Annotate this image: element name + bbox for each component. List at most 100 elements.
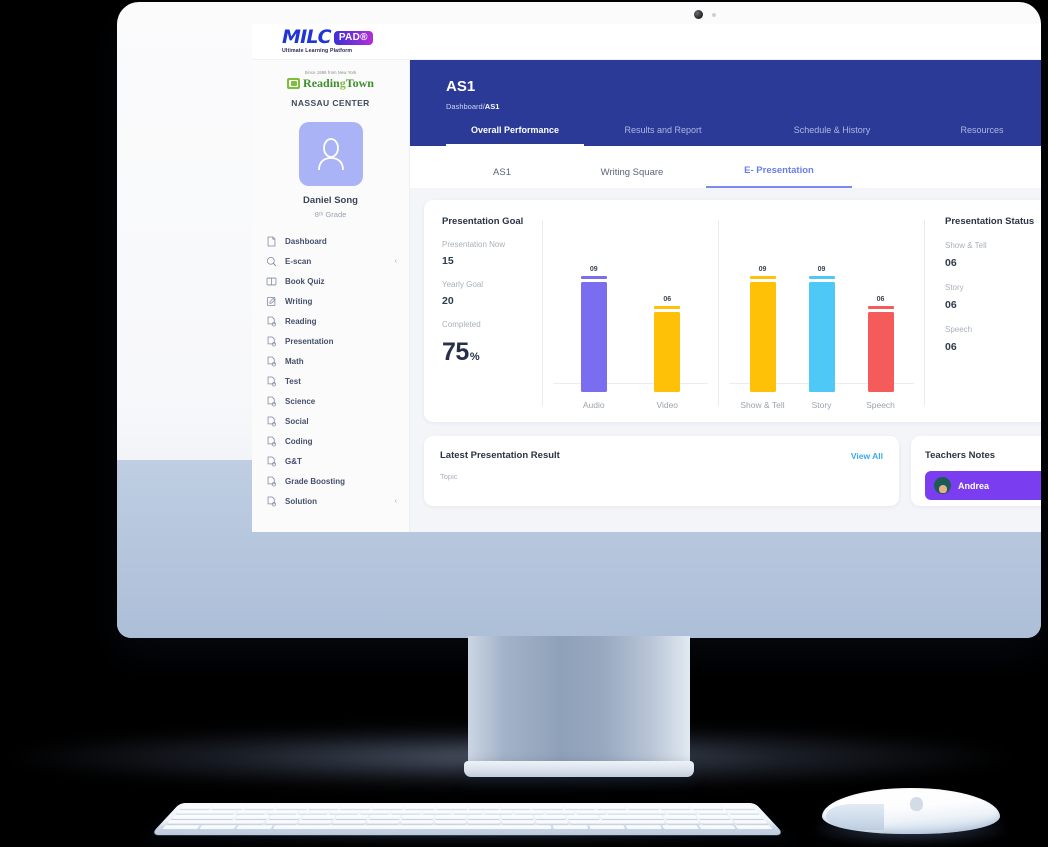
sidebar-item-social[interactable]: Social: [252, 411, 409, 431]
bar-category-label: Video: [656, 400, 679, 410]
sidebar-item-reading[interactable]: Reading: [252, 311, 409, 331]
sidebar-item-label: Coding: [285, 436, 313, 446]
monitor-stand-neck: [468, 636, 690, 766]
webcam-icon: [694, 10, 703, 19]
file-badge-icon: [267, 476, 277, 486]
sidebar-item-gt[interactable]: G&T: [252, 451, 409, 471]
sidebar-item-writing[interactable]: Writing: [252, 291, 409, 311]
avatar[interactable]: [298, 122, 363, 186]
book-icon: [266, 277, 277, 285]
bar: [867, 312, 894, 392]
table-column-header-topic: Topic: [440, 472, 458, 481]
teachers-notes-card: Teachers Notes Andrea: [911, 436, 1041, 506]
bar-value-label: 09: [589, 266, 598, 273]
sidebar-item-label: Presentation: [285, 336, 334, 346]
keyboard-row: [180, 805, 755, 810]
tab-overall-performance[interactable]: Overall Performance: [446, 125, 584, 146]
file-badge-icon: [267, 336, 277, 346]
bar: [749, 282, 776, 392]
bar-column-video[interactable]: 06 Video: [638, 296, 696, 410]
file-badge-icon: [267, 316, 277, 326]
center-name: NASSAU CENTER: [291, 98, 370, 108]
lower-row: Latest Presentation Result View All Topi…: [424, 436, 1041, 506]
breadcrumb-current: AS1: [484, 102, 500, 111]
presentation-now-label: Presentation Now: [442, 240, 506, 249]
sidebar-item-math[interactable]: Math: [252, 351, 409, 371]
file-badge-icon: [267, 496, 277, 506]
keyboard-row: [161, 825, 774, 830]
bar: [580, 282, 607, 392]
bar-column-audio[interactable]: 09 Audio: [565, 266, 623, 410]
bar-column-show-and-tell[interactable]: 09 Show & Tell: [734, 266, 792, 410]
bar-value-label: 06: [876, 296, 885, 303]
presentation-goal-card: Presentation Goal Presentation Now 15 Ye…: [424, 200, 1041, 422]
presentation-status-panel: Presentation Status Show & Tell 06 Story…: [925, 216, 1041, 410]
keyboard[interactable]: [150, 803, 785, 836]
view-all-link[interactable]: View All: [851, 451, 883, 461]
magnifier-icon: [266, 256, 277, 266]
sidebar-item-label: Dashboard: [285, 236, 327, 246]
sidebar-item-test[interactable]: Test: [252, 371, 409, 391]
document-icon: [267, 236, 276, 246]
sidebar-item-chevron: ‹: [394, 497, 397, 505]
sidebar-item-label: Book Quiz: [285, 276, 325, 286]
subtab-e-presentation[interactable]: E- Presentation: [706, 165, 852, 188]
bar-value-label: 09: [817, 266, 826, 273]
panel-title: Presentation Status: [945, 216, 1035, 227]
student-name: Daniel Song: [303, 195, 358, 206]
subtab-writing-square[interactable]: Writing Square: [558, 167, 706, 188]
readingtown-wordmark: ReadingTown: [303, 76, 374, 90]
keyboard-row: [171, 815, 764, 819]
file-badge-icon: [267, 436, 277, 446]
sidebar-item-presentation[interactable]: Presentation: [252, 331, 409, 351]
tab-schedule-history[interactable]: Schedule & History: [742, 125, 922, 146]
completed-label: Completed: [442, 320, 481, 329]
completed-unit: %: [469, 351, 480, 363]
mouse[interactable]: [822, 788, 1000, 834]
page-header: AS1 Dashboard/AS1 Overall Performance Re…: [410, 60, 1041, 146]
apple-logo-icon: [910, 797, 923, 811]
student-profile[interactable]: Daniel Song 8ᵗʰ Grade: [252, 122, 409, 219]
app-topbar: MILC PAD® Ultimate Learning Platform: [252, 24, 1041, 60]
screen: MILC PAD® Ultimate Learning Platform Sin…: [252, 24, 1041, 532]
bar-chart-group-1: 09 Audio 06 Video: [543, 216, 718, 410]
subtab-as1[interactable]: AS1: [446, 167, 558, 188]
monitor-frame: MILC PAD® Ultimate Learning Platform Sin…: [117, 2, 1041, 638]
bar-category-label: Speech: [866, 400, 895, 410]
bar-column-speech[interactable]: 06 Speech: [852, 296, 910, 410]
panel-title: Presentation Goal: [442, 216, 524, 227]
bar-cap: [749, 276, 776, 279]
sidebar-item-coding[interactable]: Coding: [252, 431, 409, 451]
note-list-item[interactable]: Andrea: [925, 471, 1041, 500]
bar-column-story[interactable]: 09 Story: [793, 266, 851, 410]
monitor-stand-base: [464, 761, 694, 777]
yearly-goal-value: 20: [442, 295, 454, 307]
book-logo-icon: [287, 78, 301, 89]
hero-tab-bar: Overall Performance Results and Report S…: [410, 125, 1041, 146]
tab-resources[interactable]: Resources: [922, 125, 1041, 146]
tab-results-and-report[interactable]: Results and Report: [584, 125, 742, 146]
yearly-goal-label: Yearly Goal: [442, 280, 484, 289]
sidebar-item-label: Reading: [285, 316, 317, 326]
logo-tagline: Ultimate Learning Platform: [282, 48, 353, 55]
sidebar-item-science[interactable]: Science: [252, 391, 409, 411]
sidebar-item-label: Science: [285, 396, 316, 406]
logo-wordmark: MILC: [282, 26, 332, 49]
note-author-name: Andrea: [958, 480, 990, 491]
sidebar-item-chevron: ‹: [394, 257, 397, 265]
sidebar: Since 1986 from New York ReadingTown NAS…: [252, 60, 410, 532]
sidebar-menu: Dashboard E-scan ‹ Book Quiz Writing Rea…: [252, 231, 409, 511]
sidebar-item-dashboard[interactable]: Dashboard: [252, 231, 409, 251]
sidebar-item-book-quiz[interactable]: Book Quiz: [252, 271, 409, 291]
sidebar-item-e-scan[interactable]: E-scan ‹: [252, 251, 409, 271]
person-icon: [317, 138, 344, 171]
sidebar-item-grade-boosting[interactable]: Grade Boosting: [252, 471, 409, 491]
goal-summary-panel: Presentation Goal Presentation Now 15 Ye…: [424, 216, 542, 410]
sidebar-item-solution[interactable]: Solution ‹: [252, 491, 409, 511]
milcpad-logo[interactable]: MILC PAD® Ultimate Learning Platform: [282, 28, 373, 54]
status-label: Story: [945, 283, 964, 292]
latest-presentation-result-card: Latest Presentation Result View All Topi…: [424, 436, 899, 506]
status-label: Show & Tell: [945, 241, 987, 250]
bar-category-label: Audio: [582, 400, 605, 410]
bar-cap: [808, 276, 835, 279]
